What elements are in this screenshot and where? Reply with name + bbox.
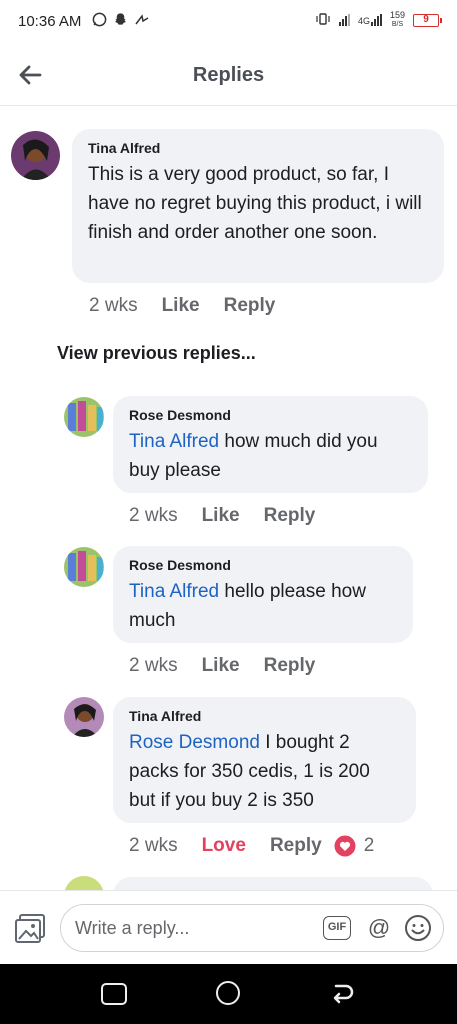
comment-bubble[interactable]: Tina Alfred Rose Desmond I bought 2 pack… (113, 697, 416, 823)
comment-actions: 2 wks Love Reply 2 (129, 835, 374, 857)
avatar[interactable] (11, 131, 60, 180)
comment-bubble[interactable]: Rose Desmond Tina Alfred hello please ho… (113, 546, 413, 643)
like-button[interactable]: Like (162, 295, 200, 317)
avatar[interactable] (64, 697, 104, 737)
back-icon (333, 984, 354, 1004)
avatar[interactable] (64, 547, 104, 587)
gif-button[interactable]: GIF (323, 916, 351, 940)
reply-composer: Write a reply... GIF @ (0, 890, 457, 964)
comment-text: This is a very good product, so far, I h… (88, 164, 422, 243)
reply-input-placeholder: Write a reply... (75, 918, 190, 938)
reply-button[interactable]: Reply (264, 505, 316, 527)
whatsapp-icon (92, 12, 107, 30)
status-time: 10:36 AM (18, 13, 82, 30)
reply-button[interactable]: Reply (270, 835, 322, 857)
snapchat-icon (113, 12, 128, 30)
mention-link[interactable]: Rose Desmond (129, 732, 260, 753)
comment-time[interactable]: 2 wks (129, 505, 178, 527)
love-reaction-icon (334, 835, 356, 857)
comment-author[interactable]: Rose Desmond (129, 557, 397, 573)
mention-button[interactable]: @ (365, 914, 393, 942)
view-previous-replies[interactable]: View previous replies... (57, 343, 256, 364)
comment-bubble[interactable]: Rose Desmond Tina Alfred how much did yo… (113, 396, 428, 493)
reply-button[interactable]: Reply (224, 295, 276, 317)
app-icon (134, 13, 150, 29)
add-photo-button[interactable] (14, 913, 48, 945)
comment-author[interactable]: Rose Desmond (129, 407, 412, 423)
header: Replies (0, 44, 457, 106)
comment-time[interactable]: 2 wks (129, 655, 178, 677)
reply-input[interactable]: Write a reply... GIF @ (60, 904, 444, 952)
nav-back-button[interactable] (330, 981, 356, 1007)
reply-button[interactable]: Reply (264, 655, 316, 677)
data-speed: 159 (389, 10, 405, 20)
nav-square-button[interactable] (101, 983, 127, 1005)
signal-icon (338, 14, 350, 26)
comment-actions: 2 wks Like Reply (129, 505, 339, 527)
emoji-button[interactable] (404, 914, 432, 942)
comment-time[interactable]: 2 wks (129, 835, 178, 857)
reaction-summary[interactable]: 2 (334, 835, 375, 857)
network-type: 4G (357, 16, 370, 26)
signal-icon-2 (370, 14, 382, 26)
page-title: Replies (192, 64, 265, 86)
vibrate-icon (315, 12, 331, 28)
image-icon (15, 914, 45, 943)
love-button[interactable]: Love (202, 835, 246, 857)
like-button[interactable]: Like (202, 655, 240, 677)
comment-bubble[interactable]: Tina Alfred This is a very good product,… (72, 129, 444, 283)
smiley-icon (405, 915, 431, 941)
avatar[interactable] (64, 397, 104, 437)
mention-link[interactable]: Tina Alfred (129, 581, 219, 602)
like-button[interactable]: Like (202, 505, 240, 527)
comment-author[interactable]: Tina Alfred (129, 708, 400, 724)
system-nav-bar (0, 964, 457, 1024)
mention-link[interactable]: Tina Alfred (129, 431, 219, 452)
nav-home-button[interactable] (216, 981, 240, 1005)
battery-icon: 9 (413, 13, 442, 27)
comment-author[interactable]: Tina Alfred (88, 140, 428, 156)
comment-actions: 2 wks Like Reply (129, 655, 339, 677)
data-speed-unit: B/S (391, 21, 404, 28)
status-bar: 10:36 AM 4G 159 B/S 9 (0, 0, 457, 44)
comment-time[interactable]: 2 wks (89, 295, 138, 317)
comment-actions: 2 wks Like Reply (89, 295, 299, 317)
reaction-count: 2 (363, 835, 375, 856)
